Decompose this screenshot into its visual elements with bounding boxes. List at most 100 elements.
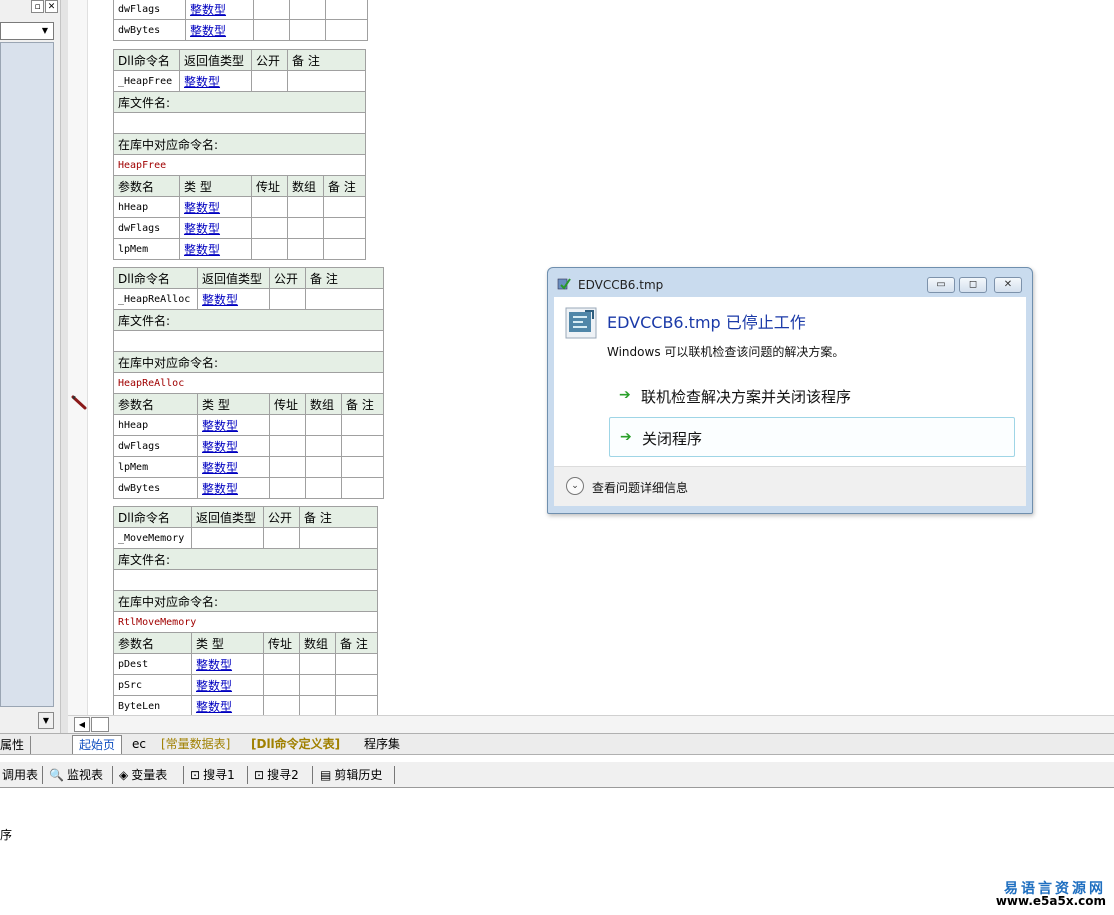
clip-history-button[interactable]: ▤ 剪辑历史 [320, 766, 382, 784]
library-value[interactable] [113, 330, 384, 352]
bottom-toolbar: 调用表 🔍 监视表 ◈ 变量表 ⊡ 搜寻1 ⊡ 搜寻2 ▤ 剪辑历史 [0, 762, 1114, 788]
horizontal-scrollbar[interactable]: ◀ [68, 715, 1114, 733]
param-type[interactable]: 整数型 [179, 217, 252, 239]
search-icon: 🔍 [49, 768, 64, 782]
tab-dll-commands[interactable]: [Dll命令定义表] [245, 735, 346, 754]
find2-button[interactable]: ⊡ 搜寻2 [254, 766, 299, 784]
param-name[interactable]: dwFlags [113, 0, 186, 20]
param-name[interactable]: lpMem [113, 456, 198, 478]
param-name[interactable]: hHeap [113, 196, 180, 218]
scroll-left-button[interactable]: ◀ [74, 717, 90, 732]
table-header-row: Dll命令名 返回值类型 公开 备 注 [113, 506, 378, 528]
call-table-button[interactable]: 调用表 [2, 766, 38, 784]
close-icon[interactable]: ✕ [45, 0, 58, 13]
entry-header: 在库中对应命令名: [113, 133, 366, 155]
entry-value[interactable]: HeapFree [113, 154, 366, 176]
param-name[interactable]: pDest [113, 653, 192, 675]
object-combo[interactable]: ▼ [0, 22, 54, 40]
dll-command-name[interactable]: _MoveMemory [113, 527, 192, 549]
table-row: lpMem 整数型 [113, 456, 384, 478]
output-text: 序 [0, 828, 13, 842]
watch-table-button[interactable]: 🔍 监视表 [49, 766, 103, 784]
editor-gutter [68, 0, 88, 715]
param-name[interactable]: lpMem [113, 238, 180, 260]
maximize-icon[interactable]: ◻ [959, 277, 987, 293]
table-row: dwBytes 整数型 [113, 477, 384, 499]
table-header-row: 参数名 类 型 传址 数组 备 注 [113, 393, 384, 415]
param-type[interactable]: 整数型 [197, 435, 270, 457]
table-header-row: Dll命令名 返回值类型 公开 备 注 [113, 267, 384, 289]
close-icon[interactable]: ✕ [994, 277, 1022, 293]
param-name[interactable]: dwFlags [113, 435, 198, 457]
entry-value[interactable]: RtlMoveMemory [113, 611, 378, 633]
entry-header: 在库中对应命令名: [113, 590, 378, 612]
return-type[interactable]: 整数型 [179, 70, 252, 92]
restore-icon[interactable]: ▫ [31, 0, 44, 13]
param-type[interactable]: 整数型 [191, 695, 264, 715]
chevron-down-icon[interactable]: ▼ [38, 24, 52, 38]
tab-program-set[interactable]: 程序集 [358, 735, 406, 754]
param-type[interactable]: 整数型 [179, 238, 252, 260]
divider [112, 766, 113, 784]
param-type[interactable]: 整数型 [197, 477, 270, 499]
scroll-down-button[interactable]: ▼ [38, 712, 54, 729]
param-type[interactable]: 整数型 [191, 653, 264, 675]
library-header: 库文件名: [113, 309, 384, 331]
library-value[interactable] [113, 112, 366, 134]
scroll-thumb[interactable] [91, 717, 109, 732]
return-type[interactable] [191, 527, 264, 549]
param-name[interactable]: pSrc [113, 674, 192, 696]
dll-command-name[interactable]: _HeapFree [113, 70, 180, 92]
tab-ec[interactable]: ec [126, 735, 152, 754]
return-type[interactable]: 整数型 [197, 288, 270, 310]
param-type[interactable]: 整数型 [185, 0, 254, 20]
program-icon [565, 307, 597, 339]
ide-window: ▫ ✕ ▼ ▼ dwFlags 整数型 dwBytes 整数型 Dll命令名 返… [0, 0, 1114, 915]
param-type[interactable]: 整数型 [197, 456, 270, 478]
divider [312, 766, 313, 784]
entry-value[interactable]: HeapReAlloc [113, 372, 384, 394]
find1-button[interactable]: ⊡ 搜寻1 [190, 766, 235, 784]
param-type[interactable]: 整数型 [191, 674, 264, 696]
dialog-title: EDVCCB6.tmp [578, 278, 664, 292]
table-row: dwBytes 整数型 [113, 19, 368, 41]
variable-icon: ◈ [119, 768, 129, 782]
panel-window-buttons: ▫ ✕ [30, 0, 60, 14]
variable-table-button[interactable]: ◈ 变量表 [119, 766, 167, 784]
dll-command-name[interactable]: _HeapReAlloc [113, 288, 198, 310]
dll-param-table-heapfree: 参数名 类 型 传址 数组 备 注 hHeap 整数型 dwFlags 整数型 … [113, 175, 366, 260]
param-name[interactable]: hHeap [113, 414, 198, 436]
dialog-titlebar[interactable]: EDVCCB6.tmp ▭ ◻ ✕ [548, 268, 1032, 296]
tab-properties[interactable]: 属性 [0, 736, 32, 754]
param-type[interactable]: 整数型 [185, 19, 254, 41]
library-header: 库文件名: [113, 91, 366, 113]
panel-splitter[interactable] [60, 0, 68, 735]
dll-command-table-heapfree: Dll命令名 返回值类型 公开 备 注 _HeapFree 整数型 库文件名: … [113, 49, 366, 176]
table-row: hHeap 整数型 [113, 196, 366, 218]
check-online-option[interactable]: ➔ 联机检查解决方案并关闭该程序 [609, 376, 1015, 416]
chevron-down-icon[interactable]: ⌄ [566, 477, 584, 495]
param-type[interactable]: 整数型 [179, 196, 252, 218]
watermark-url: www.e5a5x.com [995, 894, 1106, 908]
dll-param-table-partial: dwFlags 整数型 dwBytes 整数型 [113, 0, 368, 41]
library-value[interactable] [113, 569, 378, 591]
param-name[interactable]: dwFlags [113, 217, 180, 239]
minimize-icon[interactable]: ▭ [927, 277, 955, 293]
dll-param-table-movememory: 参数名 类 型 传址 数组 备 注 pDest 整数型 pSrc 整数型 Byt… [113, 632, 378, 715]
dll-command-table-movememory: Dll命令名 返回值类型 公开 备 注 _MoveMemory 库文件名: 在库… [113, 506, 378, 633]
table-header-row: 参数名 类 型 传址 数组 备 注 [113, 632, 378, 654]
library-header: 库文件名: [113, 548, 378, 570]
table-row: _MoveMemory [113, 527, 378, 549]
property-list[interactable] [0, 42, 54, 707]
view-details-link[interactable]: 查看问题详细信息 [592, 479, 688, 496]
param-name[interactable]: dwBytes [113, 19, 186, 41]
tab-start-page[interactable]: 起始页 [72, 735, 123, 754]
close-program-option[interactable]: ➔ 关闭程序 [609, 417, 1015, 457]
table-row: dwFlags 整数型 [113, 0, 368, 20]
param-name[interactable]: ByteLen [113, 695, 192, 715]
param-name[interactable]: dwBytes [113, 477, 198, 499]
find-icon: ⊡ [190, 768, 201, 782]
param-type[interactable]: 整数型 [197, 414, 270, 436]
output-panel[interactable] [0, 789, 1114, 915]
tab-constants[interactable]: [常量数据表] [155, 735, 236, 754]
